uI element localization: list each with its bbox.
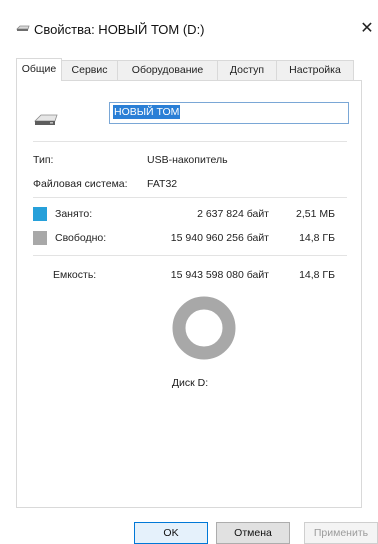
apply-button[interactable]: Применить — [304, 522, 378, 544]
free-label: Свободно: — [55, 232, 107, 244]
tab-strip: Общие Сервис Оборудование Доступ Настрой… — [16, 58, 362, 81]
tab-customize[interactable]: Настройка — [276, 60, 354, 80]
free-color-swatch — [33, 231, 47, 245]
close-button[interactable]: ✕ — [356, 18, 378, 40]
volume-name-selection: НОВЫЙ ТОМ — [113, 105, 181, 119]
ok-button[interactable]: OK — [134, 522, 208, 544]
volume-name-input[interactable]: НОВЫЙ ТОМ — [109, 102, 349, 124]
tab-hardware[interactable]: Оборудование — [117, 60, 218, 80]
used-color-swatch — [33, 207, 47, 221]
cancel-button[interactable]: Отмена — [216, 522, 290, 544]
donut-free-segment — [172, 296, 236, 360]
tab-general[interactable]: Общие — [16, 58, 62, 81]
tab-tools[interactable]: Сервис — [61, 60, 118, 80]
usage-donut-chart — [172, 296, 236, 360]
general-panel: НОВЫЙ ТОМ Тип: USB-накопитель Файловая с… — [16, 80, 362, 508]
divider — [33, 141, 347, 142]
tab-sharing[interactable]: Доступ — [217, 60, 277, 80]
capacity-short: 14,8 ГБ — [299, 269, 335, 281]
disk-label: Диск D: — [171, 377, 209, 389]
type-label: Тип: — [33, 154, 54, 166]
filesystem-value: FAT32 — [147, 178, 178, 190]
title-bar: Свойства: НОВЫЙ ТОМ (D:) ✕ — [0, 0, 378, 44]
free-bytes: 15 940 960 256 байт — [170, 232, 269, 244]
capacity-label: Емкость: — [53, 269, 97, 281]
drive-icon — [16, 25, 30, 31]
used-label: Занято: — [55, 208, 93, 220]
type-value: USB-накопитель — [147, 154, 228, 166]
divider — [33, 197, 347, 198]
used-short: 2,51 МБ — [296, 208, 335, 220]
window-title: Свойства: НОВЫЙ ТОМ (D:) — [34, 22, 205, 37]
filesystem-label: Файловая система: — [33, 178, 128, 190]
capacity-bytes: 15 943 598 080 байт — [170, 269, 269, 281]
used-bytes: 2 637 824 байт — [197, 208, 269, 220]
divider — [33, 255, 347, 256]
free-short: 14,8 ГБ — [299, 232, 335, 244]
usb-drive-icon — [34, 114, 58, 125]
